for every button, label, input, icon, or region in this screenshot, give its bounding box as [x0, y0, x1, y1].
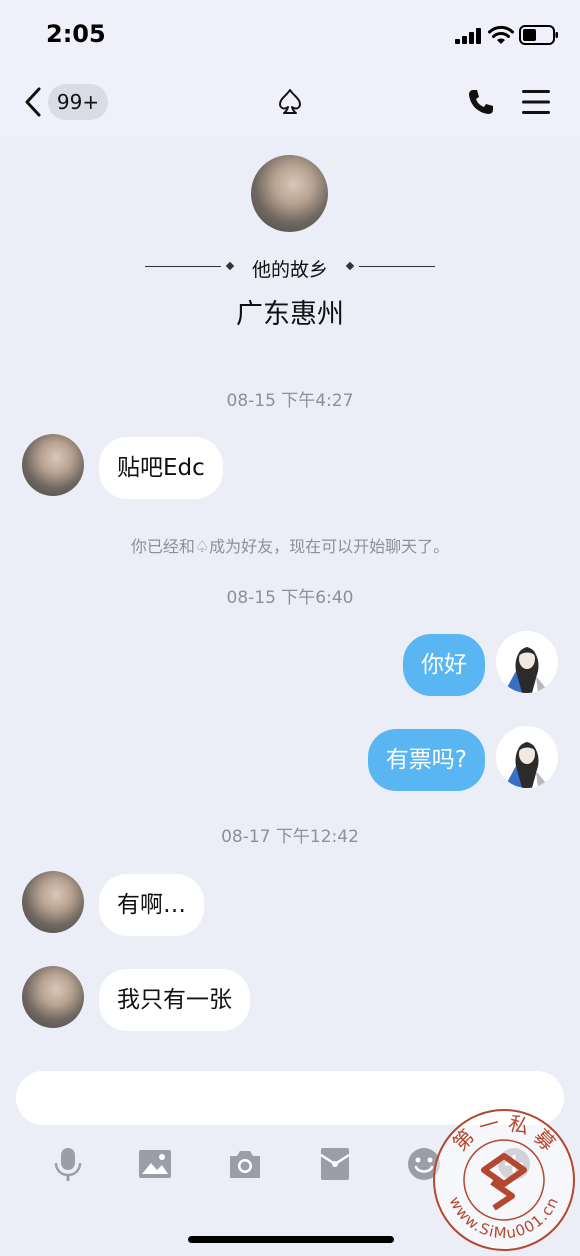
friend-avatar[interactable]	[22, 871, 84, 933]
anime-girl-avatar-art	[504, 647, 550, 693]
incoming-message-bubble[interactable]: 有啊…	[99, 874, 204, 936]
image-icon[interactable]	[137, 1146, 173, 1182]
friend-avatar[interactable]	[22, 434, 84, 496]
unread-count-badge[interactable]: 99+	[48, 84, 108, 120]
hamburger-menu-icon[interactable]	[521, 88, 551, 116]
divider-dot-right	[345, 261, 355, 271]
timestamp: 08-15 下午4:27	[226, 391, 354, 411]
my-avatar[interactable]	[496, 631, 558, 693]
wifi-icon	[488, 25, 514, 44]
watermark-seal: 第 一 私 募 www.SiMu001.cn	[433, 1109, 575, 1251]
incoming-message-bubble[interactable]: 贴吧Edc	[99, 437, 223, 499]
signal-icon	[455, 28, 483, 44]
back-chevron-icon[interactable]	[22, 86, 44, 118]
hometown-section-label: 他的故乡	[251, 259, 328, 281]
camera-icon[interactable]	[227, 1146, 263, 1182]
divider-dot-left	[225, 261, 235, 271]
friend-avatar[interactable]	[22, 966, 84, 1028]
system-friend-notice: 你已经和♤成为好友，现在可以开始聊天了。	[130, 537, 450, 556]
phone-icon[interactable]	[467, 88, 495, 116]
timestamp: 08-15 下午6:40	[226, 588, 354, 608]
divider-left	[145, 266, 221, 267]
home-indicator	[188, 1236, 394, 1243]
outgoing-message-bubble[interactable]: 有票吗?	[367, 729, 485, 791]
battery-icon	[519, 25, 558, 45]
timestamp: 08-17 下午12:42	[221, 827, 359, 847]
red-packet-icon[interactable]	[317, 1146, 353, 1182]
divider-right	[359, 266, 435, 267]
anime-girl-avatar-art	[504, 742, 550, 788]
friend-profile-avatar[interactable]	[251, 155, 328, 232]
outgoing-message-bubble[interactable]: 你好	[403, 634, 485, 696]
status-time: 2:05	[46, 20, 106, 48]
microphone-icon[interactable]	[50, 1146, 86, 1182]
my-avatar[interactable]	[496, 726, 558, 788]
hometown-value: 广东惠州	[236, 299, 344, 330]
spade-outline-icon	[279, 89, 301, 114]
incoming-message-bubble[interactable]: 我只有一张	[99, 969, 250, 1031]
